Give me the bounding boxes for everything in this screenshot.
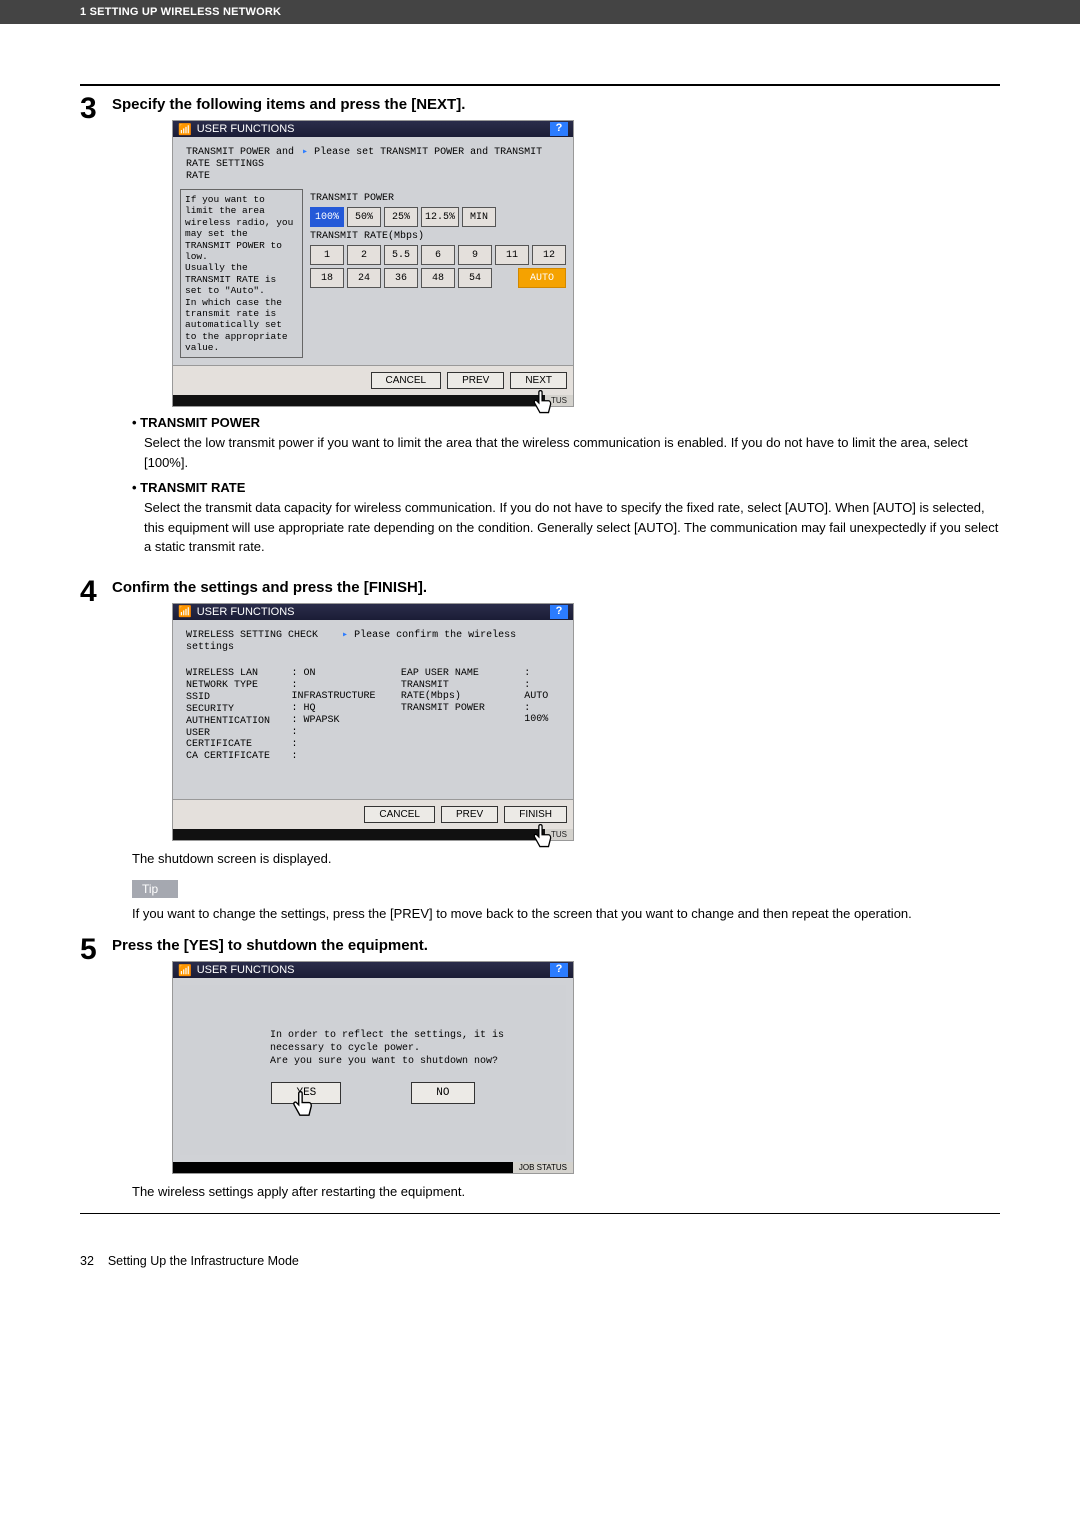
after-text: The shutdown screen is displayed. (132, 851, 1000, 866)
setting-values-right: :: AUTO: 100% (524, 668, 560, 762)
rate-24[interactable]: 24 (347, 268, 381, 288)
ss-title: USER FUNCTIONS (197, 964, 295, 976)
after-text: The wireless settings apply after restar… (132, 1184, 1000, 1199)
section-header: 1 SETTING UP WIRELESS NETWORK (0, 0, 1080, 24)
screenshot-confirm: 📶 USER FUNCTIONS ? WIRELESS SETTING CHEC… (172, 603, 574, 841)
arrow-icon: ▸ (302, 147, 308, 158)
bullet-heading: • TRANSMIT POWER (132, 415, 1000, 430)
step-title: Specify the following items and press th… (112, 96, 1000, 113)
rate-18[interactable]: 18 (310, 268, 344, 288)
tip-badge: Tip (132, 880, 178, 898)
rate-54[interactable]: 54 (458, 268, 492, 288)
page-footer: 32 Setting Up the Infrastructure Mode (80, 1254, 1000, 1268)
screenshot-transmit: 📶 USER FUNCTIONS ? TRANSMIT POWER and RA… (172, 120, 574, 407)
prev-button[interactable]: PREV (447, 372, 504, 389)
footer-rule (80, 1213, 1000, 1214)
ss-title: USER FUNCTIONS (197, 606, 295, 618)
rate-55[interactable]: 5.5 (384, 245, 418, 265)
wifi-icon: 📶 (178, 964, 192, 977)
rule (80, 84, 1000, 86)
power-25[interactable]: 25% (384, 207, 418, 227)
ss-title: USER FUNCTIONS (197, 123, 295, 135)
rate-1[interactable]: 1 (310, 245, 344, 265)
check-label: WIRELESS SETTING CHECK (186, 630, 318, 641)
cancel-button[interactable]: CANCEL (371, 372, 442, 389)
step-number: 3 (80, 96, 112, 565)
power-label: TRANSMIT POWER (310, 193, 566, 204)
step-5: 5 Press the [YES] to shutdown the equipm… (80, 937, 1000, 1199)
footer-title: Setting Up the Infrastructure Mode (108, 1254, 299, 1268)
rate-auto[interactable]: AUTO (518, 268, 566, 288)
help-icon[interactable]: ? (550, 963, 568, 977)
rate-label: TRANSMIT RATE(Mbps) (310, 231, 566, 242)
power-min[interactable]: MIN (462, 207, 496, 227)
help-text-box: If you want to limit the area wireless r… (180, 189, 303, 358)
page-number: 32 (80, 1254, 94, 1268)
setting-labels-left: WIRELESS LANNETWORK TYPESSIDSECURITYAUTH… (186, 668, 281, 762)
setting-values-left: : ON: INFRASTRUCTURE: HQ: WPAPSK::: (291, 668, 386, 762)
bullet-text: Select the transmit data capacity for wi… (144, 498, 1000, 557)
step-number: 5 (80, 937, 112, 1199)
next-button[interactable]: NEXT (510, 372, 567, 389)
arrow-icon: ▸ (342, 630, 348, 641)
rate-48[interactable]: 48 (421, 268, 455, 288)
rate-6[interactable]: 6 (421, 245, 455, 265)
screenshot-shutdown: 📶 USER FUNCTIONS ? In order to reflect t… (172, 961, 574, 1174)
bullet-heading: • TRANSMIT RATE (132, 480, 1000, 495)
power-12[interactable]: 12.5% (421, 207, 459, 227)
rate-2[interactable]: 2 (347, 245, 381, 265)
power-50[interactable]: 50% (347, 207, 381, 227)
cancel-button[interactable]: CANCEL (364, 806, 435, 823)
wifi-icon: 📶 (178, 605, 192, 618)
step-title: Confirm the settings and press the [FINI… (112, 579, 1000, 596)
setting-labels-right: EAP USER NAMETRANSMIT RATE(Mbps)TRANSMIT… (401, 668, 514, 762)
step-4: 4 Confirm the settings and press the [FI… (80, 579, 1000, 924)
no-button[interactable]: NO (411, 1082, 474, 1104)
instr-left: TRANSMIT POWER and RATE SETTINGS (186, 147, 296, 171)
step-3: 3 Specify the following items and press … (80, 96, 1000, 565)
wifi-icon: 📶 (178, 123, 192, 136)
rate-9[interactable]: 9 (458, 245, 492, 265)
shutdown-msg: In order to reflect the settings, it is … (180, 985, 566, 1082)
rate-12[interactable]: 12 (532, 245, 566, 265)
help-icon[interactable]: ? (550, 122, 568, 136)
finish-button[interactable]: FINISH (504, 806, 567, 823)
rate-11[interactable]: 11 (495, 245, 529, 265)
step-number: 4 (80, 579, 112, 924)
job-status-label[interactable]: JOB STATUS (513, 1162, 573, 1173)
rate-36[interactable]: 36 (384, 268, 418, 288)
bullet-text: Select the low transmit power if you wan… (144, 433, 1000, 472)
help-icon[interactable]: ? (550, 605, 568, 619)
step-title: Press the [YES] to shutdown the equipmen… (112, 937, 1000, 954)
tip-text: If you want to change the settings, pres… (132, 904, 1000, 924)
prev-button[interactable]: PREV (441, 806, 498, 823)
power-100[interactable]: 100% (310, 207, 344, 227)
